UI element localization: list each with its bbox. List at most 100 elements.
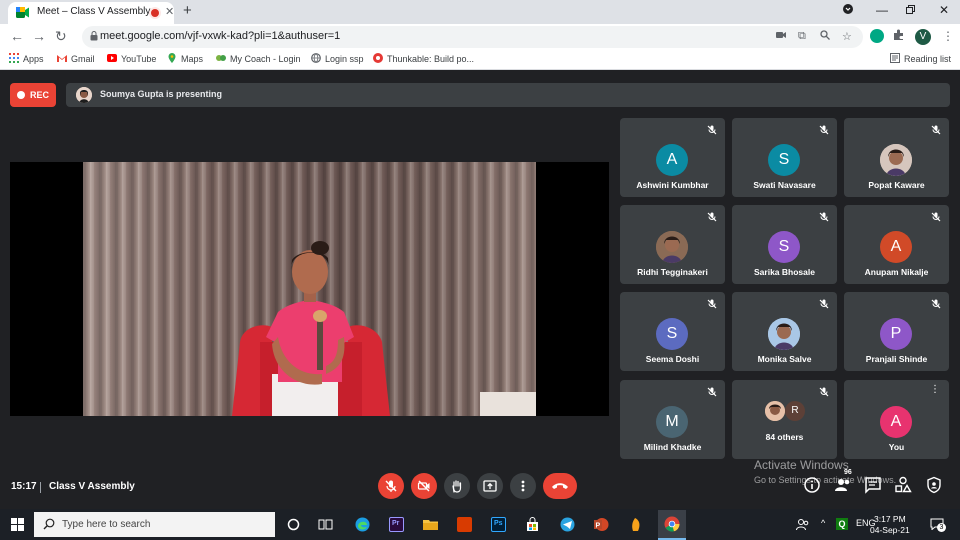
bookmark-my-coach[interactable]: My Coach - Login: [216, 53, 301, 64]
bookmark-apps[interactable]: Apps: [9, 53, 44, 64]
bookmark-star-icon[interactable]: ☆: [842, 30, 852, 43]
bookmark-gmail[interactable]: Gmail: [57, 53, 95, 64]
chrome-menu-icon[interactable]: ⋮: [942, 29, 954, 43]
camera-off-button[interactable]: [411, 473, 437, 499]
show-hidden-icons-icon[interactable]: ^: [821, 518, 825, 528]
present-screen-button[interactable]: [477, 473, 503, 499]
bookmark-login-ssp[interactable]: Login ssp: [311, 53, 364, 64]
more-options-button[interactable]: [510, 473, 536, 499]
camera-icon[interactable]: [776, 30, 786, 42]
cortana-icon[interactable]: [286, 517, 301, 532]
address-bar[interactable]: meet.google.com/vjf-vxwk-kad?pli=1&authu…: [82, 26, 863, 48]
participant-avatar: S: [768, 231, 800, 263]
participant-avatar: S: [768, 144, 800, 176]
meet-favicon-icon: [16, 7, 29, 18]
bookmark-youtube[interactable]: YouTube: [107, 53, 156, 64]
open-in-window-icon[interactable]: ⧉: [798, 30, 806, 43]
participant-tile[interactable]: S Seema Doshi: [620, 292, 725, 371]
bookmark-thunkable[interactable]: Thunkable: Build po...: [373, 53, 474, 64]
tab-strip: Meet – Class V Assembly ✕ + — ✕: [0, 0, 960, 24]
recording-button[interactable]: REC: [10, 83, 56, 107]
host-controls-shield-icon[interactable]: [925, 476, 943, 494]
close-window-icon[interactable]: ✕: [939, 3, 949, 17]
notifications-button[interactable]: 3: [930, 518, 946, 532]
office-icon[interactable]: [457, 517, 472, 532]
photoshop-icon[interactable]: Ps: [491, 517, 506, 532]
participant-tile[interactable]: P Pranjali Shinde: [844, 292, 949, 371]
zoom-icon[interactable]: [820, 30, 830, 43]
participant-tile[interactable]: M Milind Khadke: [620, 380, 725, 459]
people-tray-icon[interactable]: [795, 517, 810, 532]
presentation-video[interactable]: [10, 162, 609, 416]
back-icon[interactable]: ←: [10, 28, 24, 44]
taskbar-search-box[interactable]: Type here to search: [34, 512, 275, 537]
new-tab-button[interactable]: +: [183, 2, 192, 19]
file-explorer-icon[interactable]: [423, 517, 438, 532]
bookmark-label: Apps: [23, 54, 44, 64]
participant-tile[interactable]: ⋮ A You: [844, 380, 949, 459]
meeting-time: 15:17: [11, 481, 37, 492]
participant-avatar: P: [880, 318, 912, 350]
browser-tab[interactable]: Meet – Class V Assembly ✕: [8, 2, 174, 24]
participant-tile[interactable]: S Swati Navasare: [732, 118, 837, 197]
leave-call-button[interactable]: [543, 473, 577, 499]
participant-avatar: A: [656, 144, 688, 176]
end-call-icon: [552, 483, 568, 489]
participant-avatar: M: [656, 406, 688, 438]
svg-text:P: P: [596, 523, 601, 530]
participant-tile[interactable]: A Anupam Nikalje: [844, 205, 949, 284]
reload-icon[interactable]: ↻: [55, 28, 67, 45]
extension-grammarly-icon[interactable]: [870, 29, 884, 43]
telegram-icon[interactable]: [560, 517, 575, 532]
participant-tile[interactable]: A Ashwini Kumbhar: [620, 118, 725, 197]
presenting-bar[interactable]: Soumya Gupta is presenting: [66, 83, 950, 107]
bookmark-label: Maps: [181, 54, 204, 64]
participant-photo: [656, 231, 688, 263]
participant-name: You: [888, 442, 905, 452]
participant-tile[interactable]: S Sarika Bhosale: [732, 205, 837, 284]
taskbar-clock[interactable]: 3:17 PM 04-Sep-21: [870, 514, 910, 536]
edge-icon[interactable]: [355, 517, 370, 532]
tile-more-icon[interactable]: ⋮: [930, 384, 940, 395]
restore-icon[interactable]: [906, 3, 915, 17]
activities-icon[interactable]: [894, 476, 912, 494]
chrome-taskbar-button[interactable]: [658, 510, 686, 540]
powerpoint-icon[interactable]: P: [594, 517, 609, 532]
search-placeholder: Type here to search: [62, 519, 151, 530]
muted-mic-icon: [819, 299, 829, 309]
participant-tile[interactable]: R 84 others: [732, 380, 837, 459]
extensions-puzzle-icon[interactable]: [893, 29, 905, 44]
tray-app-icon[interactable]: Q: [836, 518, 848, 530]
meeting-details-icon[interactable]: [803, 476, 821, 494]
raise-hand-button[interactable]: [444, 473, 470, 499]
minimize-icon[interactable]: —: [876, 3, 888, 17]
people-count-badge: 96: [844, 469, 852, 476]
meeting-title: Class V Assembly: [49, 481, 135, 492]
more-vert-icon: [521, 480, 525, 492]
participant-tile[interactable]: Ridhi Tegginakeri: [620, 205, 725, 284]
people-icon[interactable]: [834, 476, 852, 494]
windows-start-icon[interactable]: [11, 518, 24, 531]
task-view-icon[interactable]: [318, 517, 333, 532]
mic-off-icon: [385, 480, 397, 492]
participant-name: Swati Navasare: [753, 180, 816, 190]
tab-search-icon[interactable]: [843, 3, 853, 17]
reading-list-button[interactable]: Reading list: [890, 53, 951, 64]
tab-close-icon[interactable]: ✕: [165, 5, 174, 18]
microphone-off-button[interactable]: [378, 473, 404, 499]
participant-avatar: A: [880, 231, 912, 263]
profile-avatar[interactable]: V: [915, 29, 931, 45]
present-icon: [483, 480, 497, 492]
chat-icon[interactable]: [864, 476, 882, 494]
microsoft-store-icon[interactable]: [525, 517, 540, 532]
chrome-icon: [664, 516, 680, 532]
premiere-pro-icon[interactable]: Pr: [389, 517, 404, 532]
browser-toolbar: ← → ↻ meet.google.com/vjf-vxwk-kad?pli=1…: [0, 24, 960, 50]
participant-tile[interactable]: Popat Kaware: [844, 118, 949, 197]
participant-tile[interactable]: Monika Salve: [732, 292, 837, 371]
watermark-title: Activate Windows: [754, 458, 849, 472]
forward-icon[interactable]: →: [32, 28, 46, 44]
bookmark-maps[interactable]: Maps: [167, 53, 203, 64]
meet-window: REC Soumya Gupta is presenting A Ashwini…: [0, 71, 960, 509]
fl-studio-icon[interactable]: [628, 517, 643, 532]
